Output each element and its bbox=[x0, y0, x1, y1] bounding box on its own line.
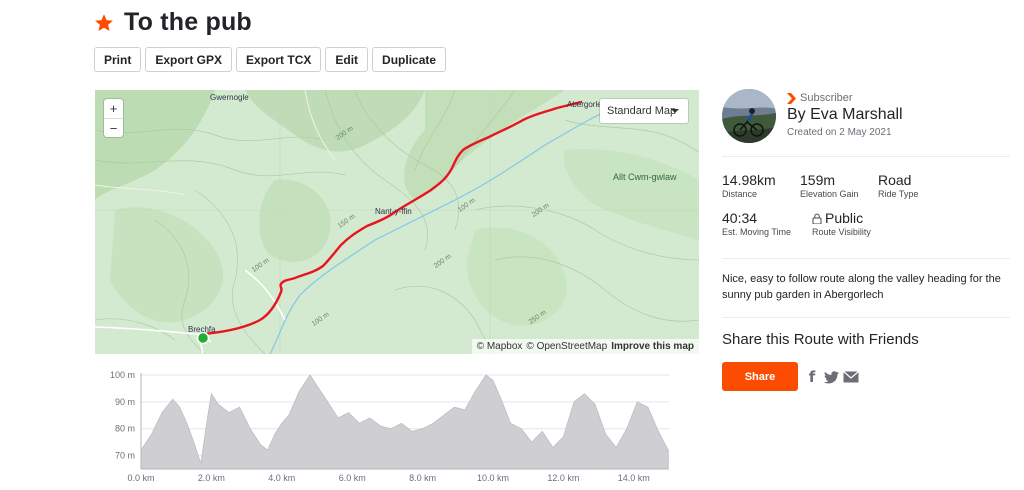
duplicate-button[interactable]: Duplicate bbox=[372, 47, 447, 72]
elevation-area bbox=[140, 374, 669, 470]
page-title: To the pub bbox=[124, 8, 252, 36]
zoom-controls: + − bbox=[104, 99, 123, 137]
place-label-allt-cwm-gwlaw: Allt Cwm-gwlaw bbox=[613, 172, 677, 182]
y-tick-label: 100 m bbox=[110, 370, 135, 380]
title-row: To the pub bbox=[94, 8, 252, 37]
stat-distance: 14.98km Distance bbox=[722, 172, 776, 199]
improve-map-link[interactable]: Improve this map bbox=[611, 341, 694, 352]
map-style-selector[interactable]: Standard Map bbox=[600, 99, 688, 123]
visibility-label: Route Visibility bbox=[812, 227, 871, 237]
email-icon[interactable] bbox=[842, 368, 860, 386]
print-button[interactable]: Print bbox=[94, 47, 142, 72]
x-tick-label: 10.0 km bbox=[477, 473, 509, 483]
divider bbox=[722, 258, 1010, 259]
stat-visibility: Public Route Visibility bbox=[812, 210, 871, 237]
mapbox-link[interactable]: © Mapbox bbox=[477, 341, 523, 352]
x-tick-label: 2.0 km bbox=[198, 473, 225, 483]
x-tick-label: 8.0 km bbox=[409, 473, 436, 483]
share-button[interactable]: Share bbox=[722, 362, 798, 391]
moving-time-label: Est. Moving Time bbox=[722, 227, 792, 237]
route-map[interactable]: Gwernogle Abergorle Allt Cwm-gwlaw Nant-… bbox=[95, 90, 699, 354]
distance-label: Distance bbox=[722, 189, 758, 199]
chevron-down-icon bbox=[671, 109, 679, 113]
map-terrain bbox=[95, 90, 699, 354]
facebook-icon[interactable]: f bbox=[803, 368, 821, 386]
x-tick-label: 12.0 km bbox=[547, 473, 579, 483]
author-block: Subscriber By Eva Marshall Created on 2 … bbox=[722, 89, 903, 143]
lock-icon bbox=[812, 213, 822, 224]
author-name[interactable]: By Eva Marshall bbox=[787, 106, 903, 124]
y-tick-label: 70 m bbox=[115, 451, 135, 461]
stat-moving-time: 40:34 Est. Moving Time bbox=[722, 210, 791, 237]
zoom-out-button[interactable]: − bbox=[104, 118, 123, 137]
visibility-value: Public bbox=[825, 210, 864, 226]
subscriber-badge: Subscriber bbox=[787, 92, 903, 104]
ride-type-value: Road bbox=[878, 172, 912, 188]
openstreetmap-link[interactable]: © OpenStreetMap bbox=[526, 341, 607, 352]
place-label-brechfa: Brechfa bbox=[188, 325, 216, 334]
star-icon[interactable] bbox=[94, 13, 114, 33]
route-description: Nice, easy to follow route along the val… bbox=[722, 273, 1001, 301]
zoom-in-button[interactable]: + bbox=[104, 99, 123, 118]
map-style-label: Standard Map bbox=[607, 105, 677, 117]
visibility-value-row: Public bbox=[812, 210, 871, 226]
y-tick-label: 80 m bbox=[115, 424, 135, 434]
x-tick-label: 14.0 km bbox=[618, 473, 650, 483]
x-tick-label: 4.0 km bbox=[268, 473, 295, 483]
stat-elevation: 159m Elevation Gain bbox=[800, 172, 859, 199]
elevation-value: 159m bbox=[800, 172, 836, 188]
divider bbox=[722, 317, 1010, 318]
stat-ride-type: Road Ride Type bbox=[878, 172, 918, 199]
x-tick-label: 6.0 km bbox=[339, 473, 366, 483]
avatar[interactable] bbox=[722, 89, 776, 143]
export-tcx-button[interactable]: Export TCX bbox=[236, 47, 322, 72]
toolbar: Print Export GPX Export TCX Edit Duplica… bbox=[94, 47, 447, 72]
elevation-label: Elevation Gain bbox=[800, 189, 859, 199]
x-tick-label: 0.0 km bbox=[127, 473, 154, 483]
place-label-nant-y-ffin: Nant-y-ffin bbox=[375, 207, 412, 216]
facebook-glyph: f bbox=[808, 368, 816, 386]
divider bbox=[722, 156, 1010, 157]
ride-type-label: Ride Type bbox=[878, 189, 919, 199]
twitter-icon[interactable] bbox=[822, 368, 840, 386]
edit-button[interactable]: Edit bbox=[325, 47, 369, 72]
export-gpx-button[interactable]: Export GPX bbox=[145, 47, 233, 72]
distance-value: 14.98km bbox=[722, 172, 776, 188]
map-attribution: © Mapbox © OpenStreetMap Improve this ma… bbox=[471, 339, 699, 354]
place-label-abergorlech: Abergorle bbox=[567, 100, 602, 109]
elevation-chart[interactable]: 100 m 90 m 80 m 70 m 0.0 km 2.0 km 4.0 km 6.0 k… bbox=[95, 368, 675, 490]
created-date: Created on 2 May 2021 bbox=[787, 127, 892, 138]
share-heading: Share this Route with Friends bbox=[722, 331, 919, 348]
y-tick-label: 90 m bbox=[115, 397, 135, 407]
moving-time-value: 40:34 bbox=[722, 210, 758, 226]
place-label-gwernogle: Gwernogle bbox=[210, 93, 249, 102]
subscriber-chevron-icon bbox=[787, 92, 796, 104]
subscriber-label: Subscriber bbox=[800, 92, 853, 104]
